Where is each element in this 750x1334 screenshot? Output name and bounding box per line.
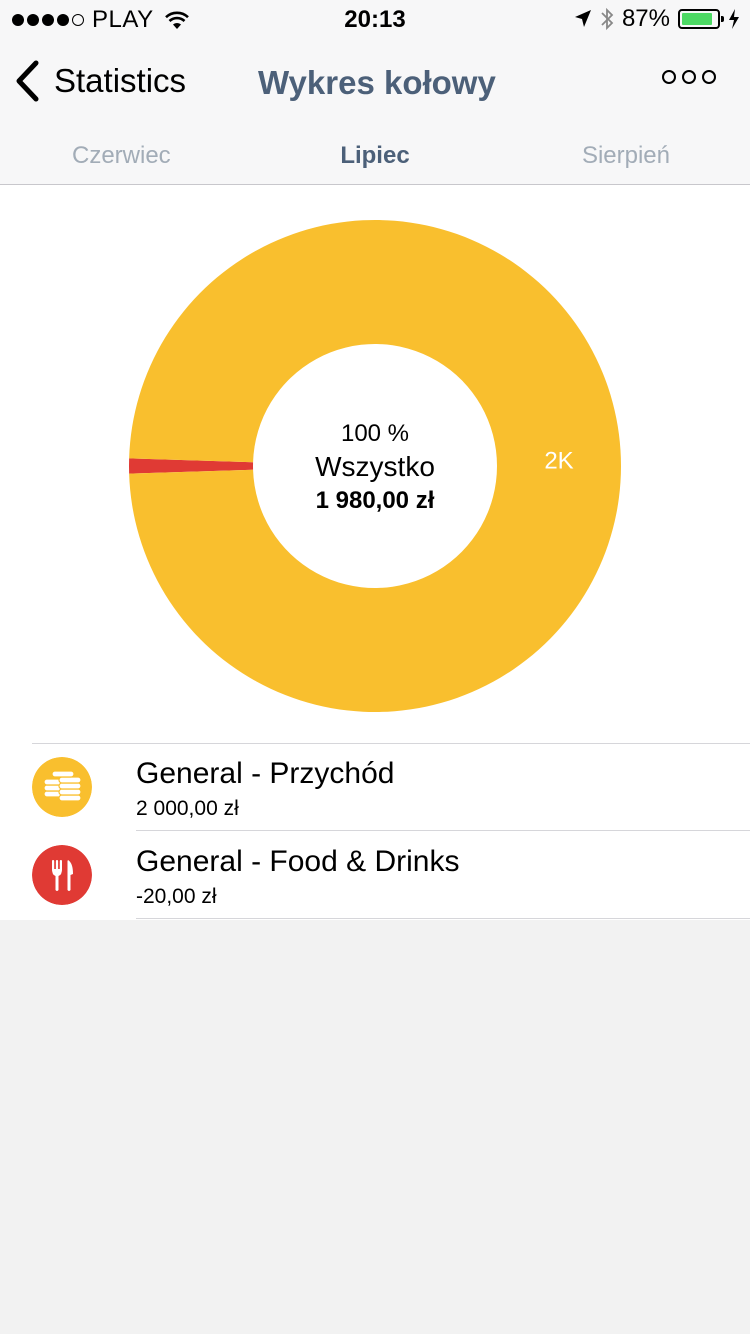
tab-next-month[interactable]: Sierpień <box>582 142 670 170</box>
chart-center-amount: 1 980,00 zł <box>315 487 435 514</box>
charging-bolt-icon <box>729 9 739 29</box>
location-arrow-icon <box>574 10 591 27</box>
more-options-button[interactable] <box>662 70 716 84</box>
status-bar: PLAY 20:13 87% <box>0 0 750 40</box>
list-item-amount: -20,00 zł <box>136 885 217 908</box>
more-dot-icon <box>702 70 716 84</box>
chart-center-percent: 100 % <box>340 420 410 447</box>
fork-knife-icon <box>32 845 92 905</box>
chevron-left-icon <box>16 60 39 102</box>
navigation-bar: Statistics Wykres kołowy <box>0 40 750 128</box>
coins-icon <box>32 757 92 817</box>
main-content: 2K 100 % Wszystko 1 980,00 zł General - … <box>0 185 750 920</box>
list-item-title: General - Food & Drinks <box>136 845 460 878</box>
chart-center-label: Wszystko <box>315 451 435 482</box>
back-label: Statistics <box>54 62 187 99</box>
list-item[interactable]: General - Przychód 2 000,00 zł <box>0 743 750 831</box>
status-right: 87% <box>574 5 740 33</box>
month-tabs: Czerwiec Lipiec Sierpień <box>0 128 750 185</box>
list-item-title: General - Przychód <box>136 757 395 790</box>
battery-icon <box>678 9 724 29</box>
category-list: General - Przychód 2 000,00 zł General -… <box>0 743 750 919</box>
battery-percent: 87% <box>621 5 670 32</box>
divider <box>136 918 750 919</box>
more-dot-icon <box>662 70 676 84</box>
list-item-amount: 2 000,00 zł <box>136 797 239 820</box>
divider <box>32 743 750 744</box>
bluetooth-icon <box>601 7 614 31</box>
page-title: Wykres kołowy <box>258 64 496 101</box>
list-item[interactable]: General - Food & Drinks -20,00 zł <box>0 831 750 919</box>
back-button[interactable]: Statistics <box>14 60 186 102</box>
more-dot-icon <box>682 70 696 84</box>
